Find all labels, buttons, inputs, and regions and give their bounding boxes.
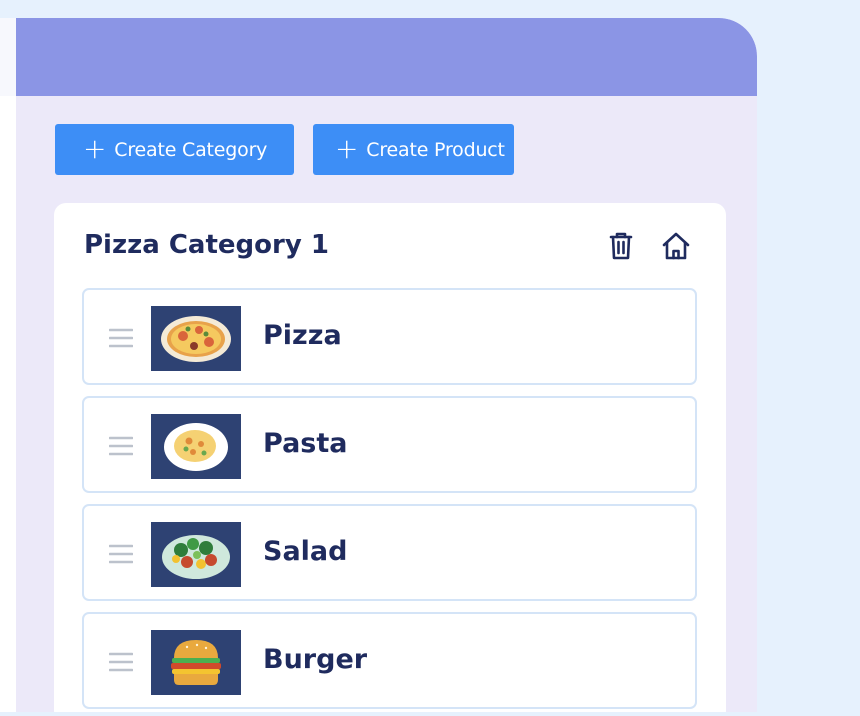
drag-handle-icon[interactable] (108, 542, 134, 566)
salad-icon (151, 522, 241, 587)
pizza-icon (151, 306, 241, 371)
pasta-icon (151, 414, 241, 479)
header-bar (0, 18, 757, 96)
product-name: Burger (263, 644, 368, 675)
product-name: Salad (263, 536, 348, 567)
bottom-strip (0, 712, 860, 716)
product-name: Pizza (263, 320, 342, 351)
create-category-label: Create Category (114, 138, 268, 161)
plus-icon: + (335, 131, 359, 165)
list-item[interactable]: Pizza (82, 288, 697, 385)
header-left-panel (0, 18, 16, 96)
trash-icon[interactable] (606, 230, 636, 262)
create-category-button[interactable]: + Create Category (55, 124, 294, 175)
burger-icon (151, 630, 241, 695)
drag-handle-icon[interactable] (108, 650, 134, 674)
product-name: Pasta (263, 428, 348, 459)
drag-handle-icon[interactable] (108, 326, 134, 350)
category-title: Pizza Category 1 (84, 230, 329, 260)
list-item[interactable]: Burger (82, 612, 697, 709)
list-item[interactable]: Pasta (82, 396, 697, 493)
drag-handle-icon[interactable] (108, 434, 134, 458)
list-item[interactable]: Salad (82, 504, 697, 601)
sidebar-edge (0, 96, 16, 716)
create-product-label: Create Product (366, 138, 505, 161)
home-icon[interactable] (661, 230, 691, 262)
create-product-button[interactable]: + Create Product (313, 124, 514, 175)
plus-icon: + (83, 131, 107, 165)
